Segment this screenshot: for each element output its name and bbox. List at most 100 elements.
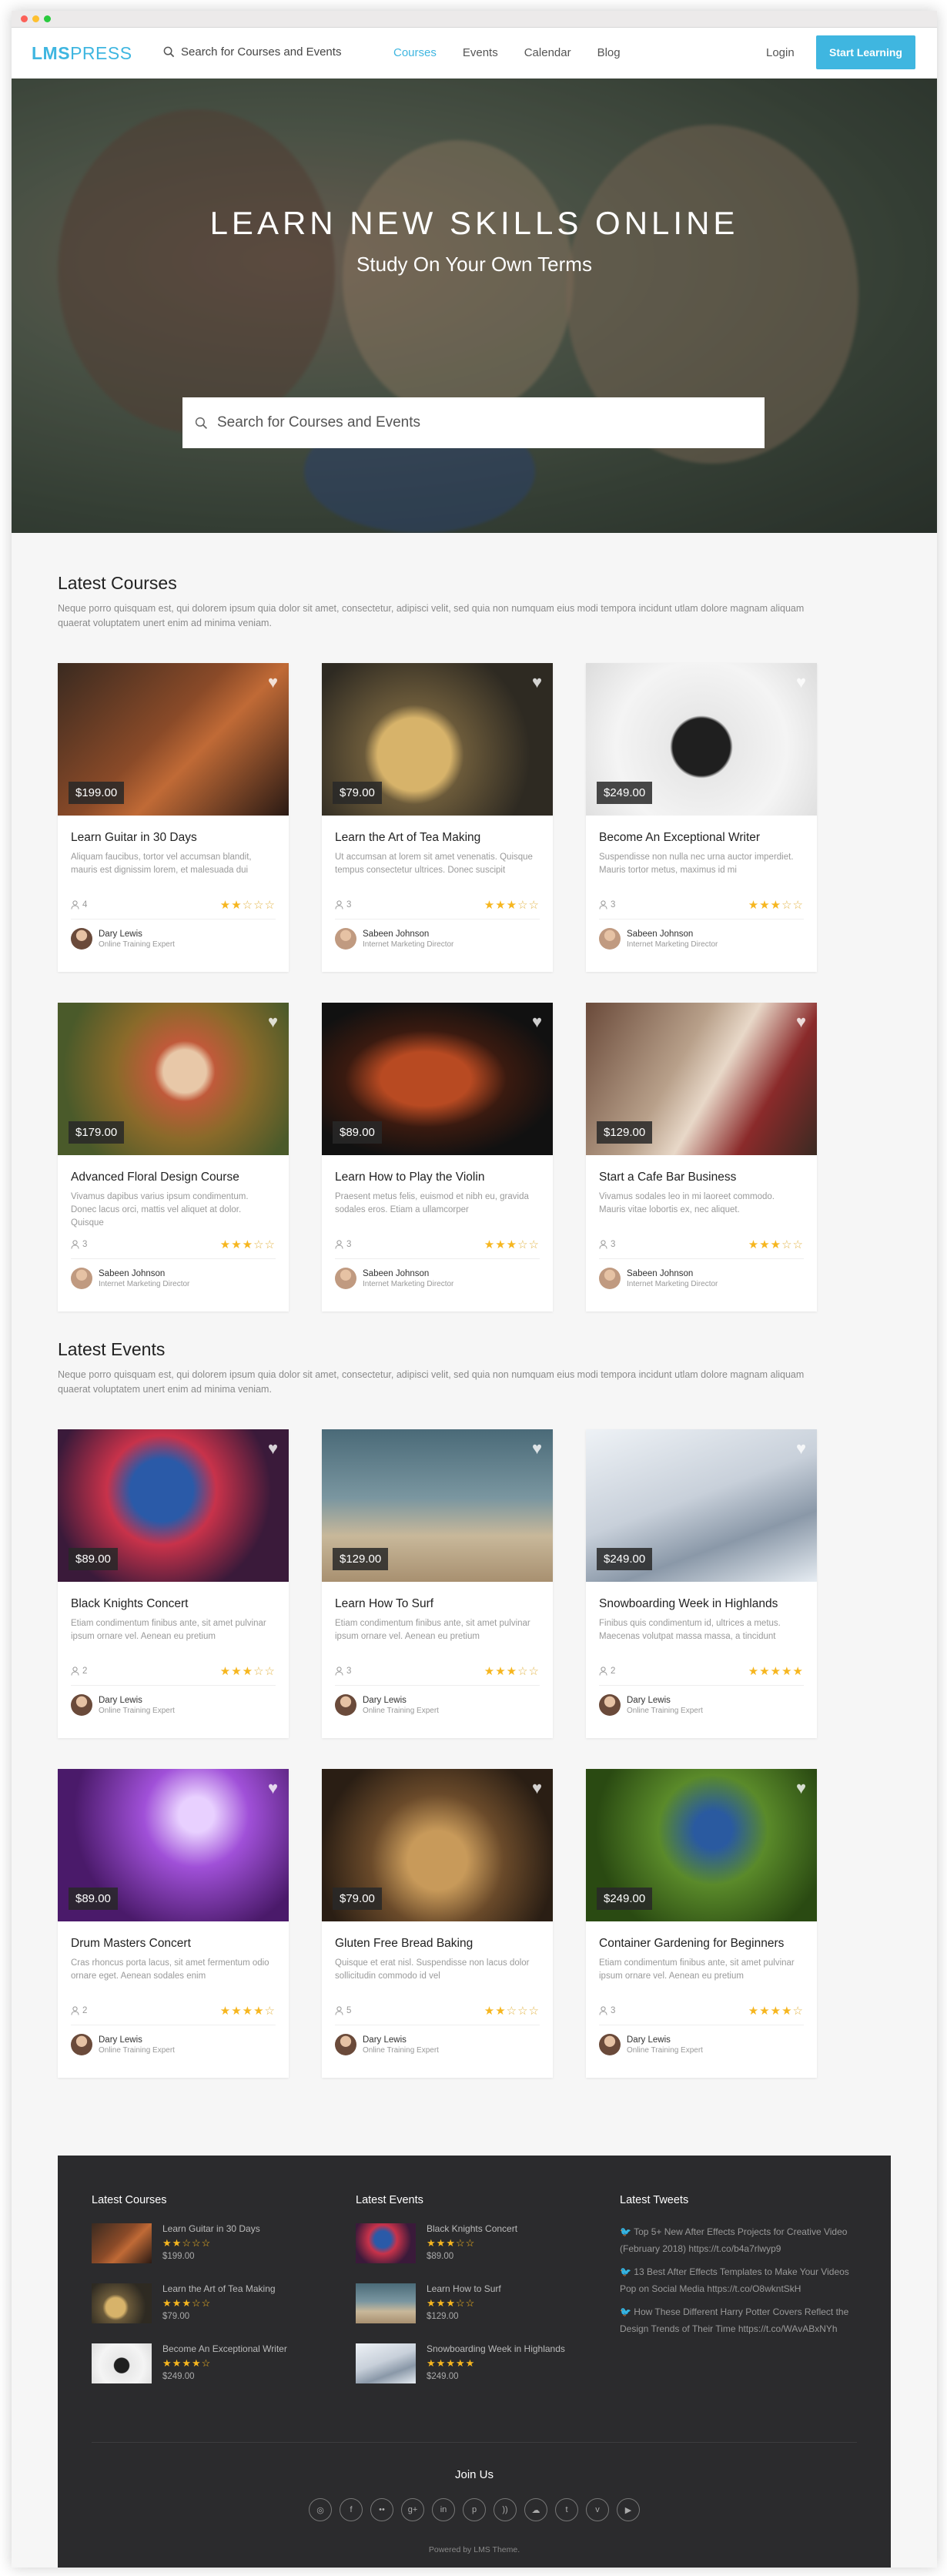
footer-list-item[interactable]: Become An Exceptional Writer ★★★★☆ $249.00 <box>92 2343 287 2390</box>
courses-card[interactable]: $89.00 ♥ Learn How to Play the Violin Praes… <box>322 1003 553 1311</box>
flickr-icon[interactable]: •• <box>370 2498 393 2521</box>
snowboard-photo[interactable]: $249.00 ♥ <box>586 1429 817 1582</box>
linkedin-icon[interactable]: in <box>432 2498 455 2521</box>
typewriter-photo[interactable]: $249.00 ♥ <box>586 663 817 816</box>
events-card[interactable]: $79.00 ♥ Gluten Free Bread Baking Quisque e… <box>322 1769 553 2078</box>
soundcloud-icon[interactable]: ☁ <box>524 2498 547 2521</box>
vimeo-icon[interactable]: v <box>586 2498 609 2521</box>
maximize-window-dot[interactable] <box>44 15 51 22</box>
heart-icon[interactable]: ♥ <box>796 1778 806 1798</box>
events-card[interactable]: $89.00 ♥ Black Knights Concert Etiam condim… <box>58 1429 289 1738</box>
footer-thumbnail[interactable] <box>92 2283 152 2323</box>
card-divider <box>71 1685 276 1686</box>
card-title[interactable]: Learn How To Surf <box>335 1597 433 1611</box>
events-card[interactable]: $249.00 ♥ Snowboarding Week in Highlands Fi… <box>586 1429 817 1738</box>
events-card[interactable]: $89.00 ♥ Drum Masters Concert Cras rhoncus … <box>58 1769 289 2078</box>
card-title[interactable]: Become An Exceptional Writer <box>599 831 760 845</box>
dribbble-icon[interactable]: ◎ <box>309 2498 332 2521</box>
card-title[interactable]: Black Knights Concert <box>71 1597 189 1611</box>
tea-photo[interactable]: $79.00 ♥ <box>322 663 553 816</box>
courses-card[interactable]: $179.00 ♥ Advanced Floral Design Course Viv… <box>58 1003 289 1311</box>
facebook-icon[interactable]: f <box>340 2498 363 2521</box>
footer-item-title[interactable]: Snowboarding Week in Highlands <box>427 2343 565 2354</box>
google-plus-icon[interactable]: g+ <box>401 2498 424 2521</box>
author-info: Sabeen Johnson Internet Marketing Directo… <box>599 928 718 950</box>
courses-card[interactable]: $129.00 ♥ Start a Cafe Bar Business Vivamus… <box>586 1003 817 1311</box>
nav-search[interactable]: Search for Courses and Events <box>163 45 341 59</box>
heart-icon[interactable]: ♥ <box>532 1439 542 1459</box>
tweet-item[interactable]: 🐦 13 Best After Effects Templates to Mak… <box>620 2263 851 2297</box>
hero-title: LEARN NEW SKILLS ONLINE <box>209 205 739 241</box>
heart-icon[interactable]: ♥ <box>532 1012 542 1032</box>
heart-icon[interactable]: ♥ <box>268 1778 278 1798</box>
footer-thumbnail[interactable] <box>356 2223 416 2263</box>
courses-card[interactable]: $79.00 ♥ Learn the Art of Tea Making Ut acc… <box>322 663 553 972</box>
footer-item-title[interactable]: Learn Guitar in 30 Days <box>162 2223 260 2234</box>
hero-search-input[interactable]: Search for Courses and Events <box>182 397 765 448</box>
footer-thumbnail[interactable] <box>92 2343 152 2383</box>
heart-icon[interactable]: ♥ <box>532 1778 542 1798</box>
cafe-photo[interactable]: $129.00 ♥ <box>586 1003 817 1155</box>
site-logo[interactable]: LMSPRESS <box>32 43 132 64</box>
rss-icon[interactable]: )) <box>494 2498 517 2521</box>
author-name: Dary Lewis <box>627 2035 671 2045</box>
card-title[interactable]: Container Gardening for Beginners <box>599 1937 784 1951</box>
start-learning-button[interactable]: Start Learning <box>816 35 915 69</box>
guitar-photo[interactable]: $199.00 ♥ <box>58 663 289 816</box>
pinterest-icon[interactable]: p <box>463 2498 486 2521</box>
tweet-item[interactable]: 🐦 How These Different Harry Potter Cover… <box>620 2303 851 2337</box>
florist-photo[interactable]: $179.00 ♥ <box>58 1003 289 1155</box>
tweet-text: 13 Best After Effects Templates to Make … <box>620 2266 849 2294</box>
drums-photo[interactable]: $89.00 ♥ <box>58 1769 289 1921</box>
events-card[interactable]: $249.00 ♥ Container Gardening for Beginner… <box>586 1769 817 2078</box>
heart-icon[interactable]: ♥ <box>268 1012 278 1032</box>
heart-icon[interactable]: ♥ <box>796 1439 806 1459</box>
concert-photo[interactable]: $89.00 ♥ <box>58 1429 289 1582</box>
footer-item-title[interactable]: Become An Exceptional Writer <box>162 2343 287 2354</box>
courses-card[interactable]: $199.00 ♥ Learn Guitar in 30 Days Aliquam f… <box>58 663 289 972</box>
violin-photo[interactable]: $89.00 ♥ <box>322 1003 553 1155</box>
nav-link-events[interactable]: Events <box>463 46 498 59</box>
footer-item-title[interactable]: Learn How to Surf <box>427 2283 501 2294</box>
nav-link-courses[interactable]: Courses <box>393 46 437 59</box>
footer-item-title[interactable]: Learn the Art of Tea Making <box>162 2283 276 2294</box>
heart-icon[interactable]: ♥ <box>268 1439 278 1459</box>
login-link[interactable]: Login <box>766 46 795 59</box>
close-window-dot[interactable] <box>21 15 28 22</box>
card-title[interactable]: Drum Masters Concert <box>71 1937 191 1951</box>
footer-list-item[interactable]: Learn How to Surf ★★★☆☆ $129.00 <box>356 2283 565 2330</box>
footer-list-item[interactable]: Black Knights Concert ★★★☆☆ $89.00 <box>356 2223 565 2269</box>
heart-icon[interactable]: ♥ <box>532 672 542 692</box>
youtube-icon[interactable]: ▶ <box>617 2498 640 2521</box>
surf-photo[interactable]: $129.00 ♥ <box>322 1429 553 1582</box>
garden-photo[interactable]: $249.00 ♥ <box>586 1769 817 1921</box>
author-info: Dary Lewis Online Training Expert <box>71 1694 175 1716</box>
bread-photo[interactable]: $79.00 ♥ <box>322 1769 553 1921</box>
footer-list-item[interactable]: Learn the Art of Tea Making ★★★☆☆ $79.00 <box>92 2283 287 2330</box>
footer-thumbnail[interactable] <box>356 2343 416 2383</box>
user-icon <box>71 2006 79 2015</box>
nav-link-blog[interactable]: Blog <box>597 46 621 59</box>
nav-link-calendar[interactable]: Calendar <box>524 46 571 59</box>
courses-card[interactable]: $249.00 ♥ Become An Exceptional Writer Susp… <box>586 663 817 972</box>
heart-icon[interactable]: ♥ <box>796 672 806 692</box>
footer-item-title[interactable]: Black Knights Concert <box>427 2223 517 2234</box>
card-divider <box>599 919 804 920</box>
heart-icon[interactable]: ♥ <box>796 1012 806 1032</box>
card-title[interactable]: Learn the Art of Tea Making <box>335 831 480 845</box>
footer-thumbnail[interactable] <box>92 2223 152 2263</box>
footer-list-item[interactable]: Learn Guitar in 30 Days ★★☆☆☆ $199.00 <box>92 2223 287 2269</box>
card-title[interactable]: Start a Cafe Bar Business <box>599 1171 736 1184</box>
twitter-icon[interactable]: t <box>555 2498 578 2521</box>
heart-icon[interactable]: ♥ <box>268 672 278 692</box>
footer-thumbnail[interactable] <box>356 2283 416 2323</box>
card-title[interactable]: Advanced Floral Design Course <box>71 1171 239 1184</box>
events-card[interactable]: $129.00 ♥ Learn How To Surf Etiam condiment… <box>322 1429 553 1738</box>
card-title[interactable]: Learn How to Play the Violin <box>335 1171 484 1184</box>
card-title[interactable]: Learn Guitar in 30 Days <box>71 831 197 845</box>
footer-list-item[interactable]: Snowboarding Week in Highlands ★★★★★ $249.… <box>356 2343 565 2390</box>
card-title[interactable]: Gluten Free Bread Baking <box>335 1937 473 1951</box>
tweet-item[interactable]: 🐦 Top 5+ New After Effects Projects for … <box>620 2223 851 2257</box>
minimize-window-dot[interactable] <box>32 15 39 22</box>
card-title[interactable]: Snowboarding Week in Highlands <box>599 1597 778 1611</box>
